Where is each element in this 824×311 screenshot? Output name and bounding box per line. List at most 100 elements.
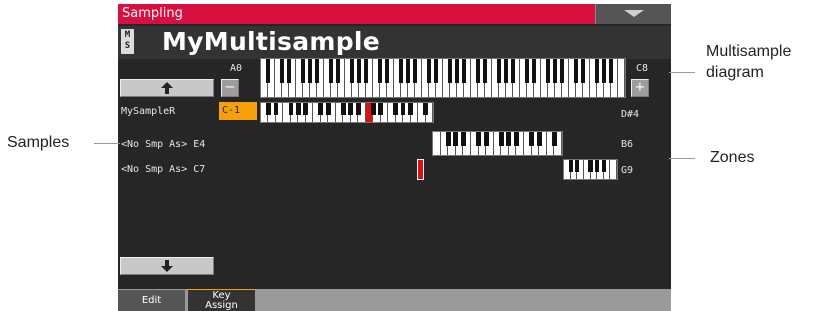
main-black-key <box>405 59 411 83</box>
main-black-key <box>496 59 502 83</box>
zone1-black-key <box>408 103 413 115</box>
zone3-white-key <box>610 160 617 179</box>
zone-marker-3[interactable] <box>417 159 424 180</box>
zone-keyboard-3[interactable] <box>563 159 618 180</box>
sample-name-3[interactable]: <No Smp As> C7 <box>121 164 205 176</box>
main-black-key <box>356 59 362 83</box>
zone2-black-key <box>483 132 489 147</box>
main-black-key <box>503 59 509 83</box>
zone-top-key-1: D#4 <box>621 109 640 120</box>
zone1-black-key <box>273 103 279 115</box>
main-black-key <box>426 59 432 83</box>
zone-keyboard-2[interactable] <box>432 131 563 156</box>
zone1-black-key <box>288 103 294 115</box>
main-black-key <box>265 59 271 83</box>
zone3-black-key <box>575 160 580 172</box>
range-plus-button[interactable]: + <box>631 79 649 97</box>
callout-line-zones <box>669 158 695 159</box>
main-black-key <box>524 59 530 83</box>
zone1-black-key <box>355 103 361 115</box>
main-black-key <box>454 59 460 83</box>
scroll-up-button[interactable] <box>120 79 214 97</box>
zone-keyboard-1[interactable] <box>260 102 434 123</box>
sample-name-1[interactable]: MySampleR <box>121 106 175 118</box>
main-black-key <box>412 59 418 83</box>
tab-key-assign[interactable]: Key Assign <box>188 289 255 311</box>
sampling-screen: Sampling MS MyMultisample A0 C8 − + MySa… <box>118 4 671 311</box>
zone2-black-key <box>529 132 535 147</box>
zone3-black-key <box>601 160 606 172</box>
zone-top-key-2: B6 <box>621 139 634 150</box>
main-black-key <box>384 59 390 83</box>
zone2-black-key <box>551 132 557 147</box>
main-black-key <box>510 59 516 83</box>
zone3-black-key <box>588 160 593 172</box>
zone3-black-key <box>595 160 600 172</box>
zone3-black-key <box>568 160 573 172</box>
callout-samples: Samples <box>7 134 70 151</box>
page-menu-button[interactable] <box>595 4 671 24</box>
main-black-key <box>552 59 558 83</box>
zone1-black-key <box>348 103 354 115</box>
zone1-black-key <box>303 103 309 115</box>
main-black-key <box>433 59 439 83</box>
zone1-black-key <box>340 103 346 115</box>
main-black-key <box>601 59 607 83</box>
main-black-key <box>377 59 383 83</box>
main-black-key <box>573 59 579 83</box>
zone1-black-key <box>295 103 301 115</box>
zone1-black-key <box>266 103 271 115</box>
arrow-up-icon <box>161 82 173 94</box>
main-black-key <box>349 59 355 83</box>
ms-badge-icon: MS <box>121 29 134 54</box>
range-minus-button[interactable]: − <box>221 79 239 97</box>
main-black-key <box>279 59 285 83</box>
main-black-key <box>286 59 292 83</box>
multisample-name-band: MS MyMultisample <box>118 26 671 59</box>
zone2-black-key <box>498 132 504 147</box>
callout-line-diagram <box>669 72 695 73</box>
zone2-black-key <box>506 132 512 147</box>
zone1-black-key <box>370 103 376 115</box>
callout-zones: Zones <box>710 149 755 166</box>
sample-name-2[interactable]: <No Smp As> E4 <box>121 139 205 151</box>
main-black-key <box>398 59 404 83</box>
zone1-black-key <box>423 103 428 115</box>
zone2-black-key <box>514 132 519 147</box>
main-black-key <box>475 59 481 83</box>
scroll-down-button[interactable] <box>120 257 214 275</box>
main-black-key <box>482 59 488 83</box>
tab-key-assign-line2: Assign <box>205 300 238 311</box>
zone2-black-key <box>476 132 481 147</box>
multisample-name[interactable]: MyMultisample <box>162 27 380 57</box>
title-bar: Sampling <box>118 4 671 24</box>
zone-top-key-3: G9 <box>621 165 634 176</box>
main-black-key <box>608 59 614 83</box>
main-black-key <box>531 59 537 83</box>
main-black-key <box>545 59 551 83</box>
main-black-key <box>559 59 565 83</box>
main-black-key <box>314 59 320 83</box>
main-black-key <box>447 59 453 83</box>
main-black-key <box>328 59 334 83</box>
zone2-white-key <box>433 132 441 155</box>
callout-multisample-diagram: Multisample diagram <box>706 41 791 83</box>
tab-edit[interactable]: Edit <box>118 290 185 311</box>
main-black-key <box>335 59 341 83</box>
main-black-key <box>580 59 586 83</box>
zone2-black-key <box>536 132 542 147</box>
zone1-black-key <box>393 103 398 115</box>
main-black-key <box>594 59 600 83</box>
arrow-down-icon <box>161 260 173 272</box>
zone1-black-key <box>378 103 384 115</box>
root-key-field[interactable]: C-1 <box>219 102 257 120</box>
zone2-black-key <box>453 132 459 147</box>
zone1-black-key <box>318 103 324 115</box>
page-title: Sampling <box>122 6 183 21</box>
range-high-label: C8 <box>636 63 649 74</box>
main-black-key <box>300 59 306 83</box>
multisample-keyboard-diagram[interactable] <box>260 58 626 98</box>
zone1-black-key <box>400 103 406 115</box>
main-black-key <box>307 59 313 83</box>
tab-bar: Edit Key Assign <box>118 289 671 311</box>
